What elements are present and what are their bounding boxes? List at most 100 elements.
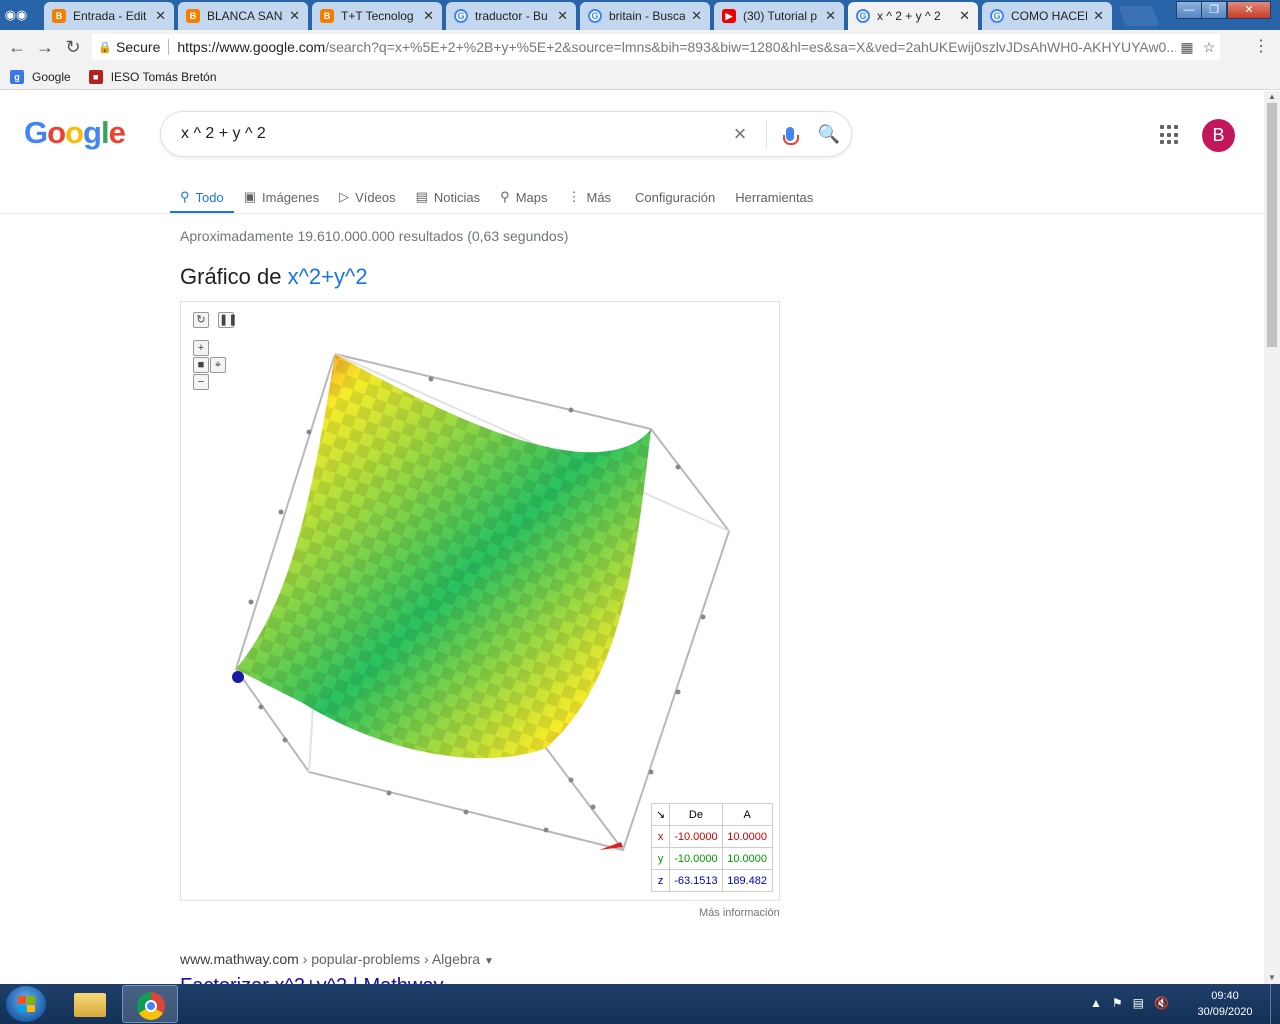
close-tab-icon[interactable]: ✕ [423, 8, 434, 24]
minimize-button[interactable]: — [1176, 1, 1202, 19]
bookmark-google[interactable]: g Google [10, 69, 71, 84]
browser-tab[interactable]: Gbritain - Busca ✕ [580, 2, 710, 30]
more-vert-icon: ⋮ [567, 189, 581, 204]
tab-noticias[interactable]: ▤ Noticias [406, 181, 491, 213]
browser-tab[interactable]: ▶ (30) Tutorial p ✕ [714, 2, 844, 30]
browser-tab-title: traductor - Bu [475, 9, 548, 23]
close-tab-icon[interactable]: ✕ [959, 8, 970, 24]
collapse-icon[interactable]: ↘ [650, 803, 671, 826]
scroll-down-icon[interactable]: ▼ [1264, 972, 1280, 984]
search-input[interactable]: x ^ 2 + y ^ 2 [181, 125, 720, 143]
caret-down-icon[interactable]: ▼ [484, 956, 494, 967]
graph-function-link[interactable]: x^2+y^2 [288, 264, 368, 289]
close-tab-icon[interactable]: ✕ [825, 8, 836, 24]
forward-icon[interactable]: → [34, 37, 56, 57]
graph-heading: Gráfico de x^2+y^2 [180, 264, 368, 290]
settings-link[interactable]: Configuración [625, 181, 725, 213]
search-icon[interactable]: 🔍 [807, 124, 851, 145]
volume-muted-icon[interactable]: 🔇 [1154, 996, 1169, 1010]
reset-view-icon[interactable]: ↻ [193, 312, 209, 328]
restore-button[interactable]: ❐ [1201, 1, 1227, 19]
network-icon[interactable]: ▤ [1133, 996, 1144, 1010]
tray-expand-icon[interactable]: ▲ [1090, 996, 1102, 1010]
browser-tab-title: britain - Busca [609, 9, 686, 23]
tab-videos[interactable]: ▷ Vídeos [329, 181, 405, 213]
apps-grid-icon[interactable] [1160, 125, 1180, 145]
range-from-input[interactable]: -10.0000 [669, 847, 723, 870]
google-logo[interactable]: Google [24, 115, 126, 151]
range-table: ↘ De A x -10.0000 10.0000 y -10.0000 10.… [650, 803, 773, 892]
clear-icon[interactable]: × [720, 121, 760, 147]
search-separator [766, 120, 767, 148]
browser-tab[interactable]: Gtraductor - Bu ✕ [446, 2, 576, 30]
browser-tab[interactable]: G COMO HACER ✕ [982, 2, 1112, 30]
z-axis-marker [232, 671, 244, 683]
reload-icon[interactable]: ↻ [62, 37, 84, 57]
range-to-input[interactable]: 189.482 [721, 869, 773, 892]
tab-maps[interactable]: ⚲ Maps [490, 181, 557, 213]
axes-icon[interactable]: ⌖ [210, 357, 226, 373]
google-favicon-icon: G [454, 9, 468, 23]
tab-mas[interactable]: ⋮ Más [557, 181, 621, 213]
more-info-link[interactable]: Más información [699, 907, 780, 919]
range-to-input[interactable]: 10.0000 [721, 825, 773, 848]
range-from-input[interactable]: -10.0000 [669, 825, 723, 848]
tab-imagenes[interactable]: ▣ Imágenes [234, 181, 329, 213]
browser-tab-title: T+T Tecnolog [341, 9, 414, 23]
action-center-icon[interactable]: ⚑ [1112, 996, 1123, 1010]
scrollbar-thumb[interactable] [1267, 103, 1277, 347]
range-to-input[interactable]: 10.0000 [721, 847, 773, 870]
close-window-button[interactable]: ✕ [1227, 1, 1271, 19]
chrome-menu-icon[interactable]: ⋮ [1252, 38, 1270, 56]
range-from-input[interactable]: -63.1513 [669, 869, 723, 892]
google-favicon-icon: G [856, 9, 870, 23]
taskbar-file-explorer[interactable] [62, 985, 118, 1023]
show-desktop-button[interactable] [1270, 984, 1280, 1024]
lock-icon: 🔒 [98, 42, 112, 54]
range-axis: x [650, 825, 671, 848]
close-tab-icon[interactable]: ✕ [155, 8, 166, 24]
browser-tab[interactable]: B BLANCA SANZ ✕ [178, 2, 308, 30]
close-tab-icon[interactable]: ✕ [289, 8, 300, 24]
pause-icon[interactable]: ❚❚ [218, 312, 237, 328]
url-path: /search?q=x+%5E+2+%2B+y+%5E+2&source=lmn… [325, 39, 1176, 55]
microphone-icon[interactable] [773, 127, 807, 145]
start-button[interactable] [6, 986, 46, 1022]
result-stats: Aproximadamente 19.610.000.000 resultado… [180, 228, 569, 244]
bookmark-label: Google [32, 69, 71, 84]
camera-icon[interactable]: ■ [193, 357, 209, 373]
system-tray: ▲ ⚑ ▤ 🔇 [1090, 996, 1169, 1010]
page-scrollbar[interactable]: ▲ ▼ [1264, 91, 1280, 984]
system-clock[interactable]: 09:40 30/09/2020 [1190, 988, 1260, 1020]
range-axis: z [650, 869, 671, 892]
clock-time: 09:40 [1211, 990, 1239, 1002]
back-icon[interactable]: ← [6, 37, 28, 57]
tab-label: Maps [515, 189, 548, 205]
bookmark-ieso[interactable]: ■ IESO Tomás Bretón [88, 69, 217, 84]
close-tab-icon[interactable]: ✕ [557, 8, 568, 24]
account-avatar[interactable]: B [1202, 119, 1235, 152]
tools-link[interactable]: Herramientas [725, 181, 823, 213]
search-tabs: ⚲ Todo ▣ Imágenes ▷ Vídeos ▤ Noticias ⚲ Maps … [170, 181, 823, 214]
address-bar[interactable]: 🔒 Secure https://www.google.com/search?q… [92, 34, 1220, 60]
result-title-link[interactable]: Factorizar x^2+y^2 | Mathway [180, 975, 444, 984]
screen: ◉◉ B Entrada - Edit ✕ B BLANCA SANZ ✕ B T+T Tec… [0, 0, 1280, 1024]
close-tab-icon[interactable]: ✕ [1093, 8, 1104, 24]
3d-graph-widget[interactable]: ↻ ❚❚ + ■ ⌖ − ↘ De A x -10.0000 10.0000 y [180, 301, 780, 901]
translate-icon[interactable]: ▦ [1176, 39, 1198, 56]
browser-tab[interactable]: B T+T Tecnolog ✕ [312, 2, 442, 30]
star-icon[interactable]: ☆ [1198, 39, 1220, 56]
url-text[interactable]: https://www.google.com/search?q=x+%5E+2+… [177, 39, 1176, 55]
url-host: https://www.google.com [177, 39, 326, 55]
tab-todo[interactable]: ⚲ Todo [170, 181, 234, 214]
zoom-in-icon[interactable]: + [193, 340, 209, 356]
scroll-up-icon[interactable]: ▲ [1264, 91, 1280, 103]
zoom-out-icon[interactable]: − [193, 374, 209, 390]
taskbar-chrome[interactable] [122, 985, 178, 1023]
tab-label: Todo [195, 189, 224, 205]
close-tab-icon[interactable]: ✕ [691, 8, 702, 24]
browser-tab[interactable]: Gx ^ 2 + y ^ 2 ✕ [848, 2, 978, 30]
new-tab-button[interactable] [1118, 6, 1160, 26]
browser-tab[interactable]: B Entrada - Edit ✕ [44, 2, 174, 30]
result-url[interactable]: www.mathway.com › popular-problems › Alg… [180, 951, 494, 967]
